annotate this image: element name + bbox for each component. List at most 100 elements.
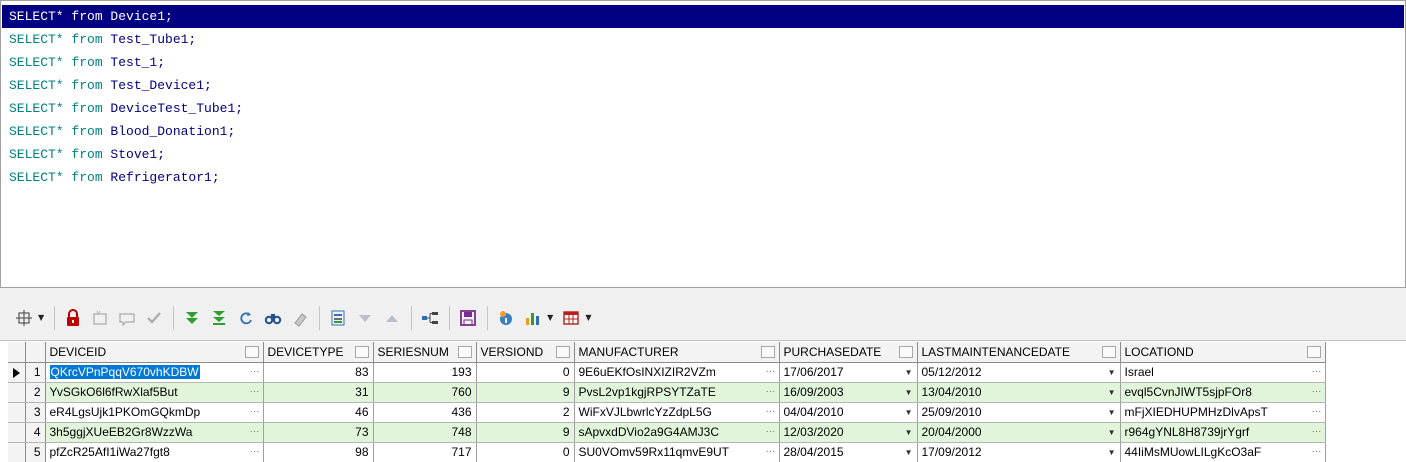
filter-down-icon[interactable] [353,306,377,330]
sql-line[interactable]: SELECT* from Stove1; [2,143,1404,166]
sql-line[interactable]: SELECT* from Test_Tube1; [2,28,1404,51]
ellipsis-icon[interactable]: ··· [1312,383,1322,401]
cell-purchasedate[interactable]: 12/03/2020 ▼ [779,422,918,443]
ellipsis-icon[interactable]: ··· [1312,423,1322,441]
cell-seriesnum[interactable]: 193 [373,362,477,383]
cell-deviceid[interactable]: 3h5ggjXUeEB2Gr8WzzWa ··· [45,422,264,443]
cell-versiond[interactable]: 0 [476,362,575,383]
cell-purchasedate[interactable]: 17/06/2017 ▼ [779,362,918,383]
insert-record-icon[interactable] [88,306,112,330]
column-header-manufacturer[interactable]: MANUFACTURER [574,342,780,363]
cell-versiond[interactable]: 2 [476,402,575,423]
ellipsis-icon[interactable]: ··· [250,443,260,461]
ellipsis-icon[interactable]: ··· [250,363,260,381]
ellipsis-icon[interactable]: ··· [1312,443,1322,461]
sql-line[interactable]: SELECT* from Test_1; [2,51,1404,74]
save-icon[interactable] [456,306,480,330]
table-row[interactable]: 3 eR4LgsUjk1PKOmGQkmDp ··· 46 436 2 WiFxV… [8,402,1326,423]
cell-locationd[interactable]: evql5CvnJIWT5sjpFOr8 ··· [1120,382,1326,403]
export-icon[interactable] [326,306,350,330]
cell-deviceid[interactable]: eR4LgsUjk1PKOmGQkmDp ··· [45,402,264,423]
column-filter-button[interactable] [1101,346,1116,358]
cell-devicetype[interactable]: 83 [263,362,374,383]
chevron-down-icon[interactable]: ▼ [905,363,913,382]
cell-versiond[interactable]: 0 [476,442,575,462]
column-header-seriesnum[interactable]: SERIESNUM [373,342,477,363]
column-header-lastmaintenancedate[interactable]: LASTMAINTENANCEDATE [917,342,1121,363]
clear-icon[interactable] [288,306,312,330]
cell-lastmaintenancedate[interactable]: 05/12/2012 ▼ [917,362,1121,383]
sql-line[interactable]: SELECT* from Refrigerator1; [2,166,1404,189]
cell-deviceid[interactable]: YvSGkO6l6fRwXlaf5But ··· [45,382,264,403]
cell-manufacturer[interactable]: SU0VOmv59Rx11qmvE9UT ··· [574,442,780,462]
cell-devicetype[interactable]: 31 [263,382,374,403]
sql-line[interactable]: SELECT* from Test_Device1; [2,74,1404,97]
chevron-down-icon[interactable]: ▼ [905,403,913,422]
column-filter-button[interactable] [354,346,369,358]
fetch-next-icon[interactable] [180,306,204,330]
column-header-versiond[interactable]: VERSIOND [476,342,575,363]
tree-view-icon[interactable] [418,306,442,330]
ellipsis-icon[interactable]: ··· [1312,403,1322,421]
chevron-down-icon[interactable]: ▼ [38,313,44,322]
ellipsis-icon[interactable]: ··· [766,363,776,381]
cell-deviceid[interactable]: pfZcR25AfI1iWa27fgt8 ··· [45,442,264,462]
cell-manufacturer[interactable]: PvsL2vp1kgjRPSYTZaTE ··· [574,382,780,403]
chart-icon[interactable] [521,306,545,330]
cell-versiond[interactable]: 9 [476,382,575,403]
query-info-icon[interactable] [494,306,518,330]
fetch-all-icon[interactable] [207,306,231,330]
sql-line[interactable]: SELECT* from DeviceTest_Tube1; [2,97,1404,120]
edit-record-icon[interactable] [115,306,139,330]
chevron-down-icon[interactable]: ▼ [1108,403,1116,422]
cell-devicetype[interactable]: 98 [263,442,374,462]
cell-purchasedate[interactable]: 16/09/2003 ▼ [779,382,918,403]
column-header-deviceid[interactable]: DEVICEID [45,342,264,363]
lock-icon[interactable] [61,306,85,330]
table-row[interactable]: 4 3h5ggjXUeEB2Gr8WzzWa ··· 73 748 9 sApvx… [8,422,1326,443]
post-icon[interactable] [142,306,166,330]
cell-manufacturer[interactable]: WiFxVJLbwrlcYzZdpL5G ··· [574,402,780,423]
cell-locationd[interactable]: Israel ··· [1120,362,1326,383]
chevron-down-icon[interactable]: ▼ [905,423,913,442]
data-grid[interactable]: DEVICEID DEVICETYPE SERIESNUM VERSIOND M… [0,340,1406,462]
cell-purchasedate[interactable]: 28/04/2015 ▼ [779,442,918,462]
cell-deviceid[interactable]: QKrcVPnPqqV670vhKDBW ··· [45,362,264,383]
ellipsis-icon[interactable]: ··· [250,383,260,401]
cell-manufacturer[interactable]: sApvxdDVio2a9G4AMJ3C ··· [574,422,780,443]
cell-seriesnum[interactable]: 717 [373,442,477,462]
ellipsis-icon[interactable]: ··· [766,443,776,461]
ellipsis-icon[interactable]: ··· [766,403,776,421]
chevron-down-icon[interactable]: ▼ [905,383,913,402]
filter-up-icon[interactable] [380,306,404,330]
column-header-purchasedate[interactable]: PURCHASEDATE [779,342,918,363]
refresh-icon[interactable] [234,306,258,330]
table-view-icon[interactable] [559,306,583,330]
column-filter-button[interactable] [898,346,913,358]
chevron-down-icon[interactable]: ▼ [1108,363,1116,382]
table-row[interactable]: 5 pfZcR25AfI1iWa27fgt8 ··· 98 717 0 SU0VO… [8,442,1326,462]
grid-options-icon[interactable] [12,306,36,330]
cell-manufacturer[interactable]: 9E6uEKfOsINXIZIR2VZm ··· [574,362,780,383]
ellipsis-icon[interactable]: ··· [766,383,776,401]
column-header-locationd[interactable]: LOCATIOND [1120,342,1326,363]
cell-locationd[interactable]: r964gYNL8H8739jrYgrf ··· [1120,422,1326,443]
cell-lastmaintenancedate[interactable]: 17/09/2012 ▼ [917,442,1121,462]
column-filter-button[interactable] [760,346,775,358]
chevron-down-icon[interactable]: ▼ [905,443,913,462]
cell-lastmaintenancedate[interactable]: 13/04/2010 ▼ [917,382,1121,403]
table-row[interactable]: 1 QKrcVPnPqqV670vhKDBW ··· 83 193 0 9E6uE… [8,362,1326,383]
column-filter-button[interactable] [457,346,472,358]
sql-line[interactable]: SELECT* from Blood_Donation1; [2,120,1404,143]
column-filter-button[interactable] [555,346,570,358]
cell-purchasedate[interactable]: 04/04/2010 ▼ [779,402,918,423]
cell-locationd[interactable]: mFjXIEDHUPMHzDlvApsT ··· [1120,402,1326,423]
table-row[interactable]: 2 YvSGkO6l6fRwXlaf5But ··· 31 760 9 PvsL2… [8,382,1326,403]
column-filter-button[interactable] [244,346,259,358]
ellipsis-icon[interactable]: ··· [250,423,260,441]
cell-versiond[interactable]: 9 [476,422,575,443]
chevron-down-icon[interactable]: ▼ [585,313,591,322]
column-header-devicetype[interactable]: DEVICETYPE [263,342,374,363]
find-icon[interactable] [261,306,285,330]
sql-editor[interactable]: SELECT* from Device1; SELECT* from Test_… [0,0,1406,288]
